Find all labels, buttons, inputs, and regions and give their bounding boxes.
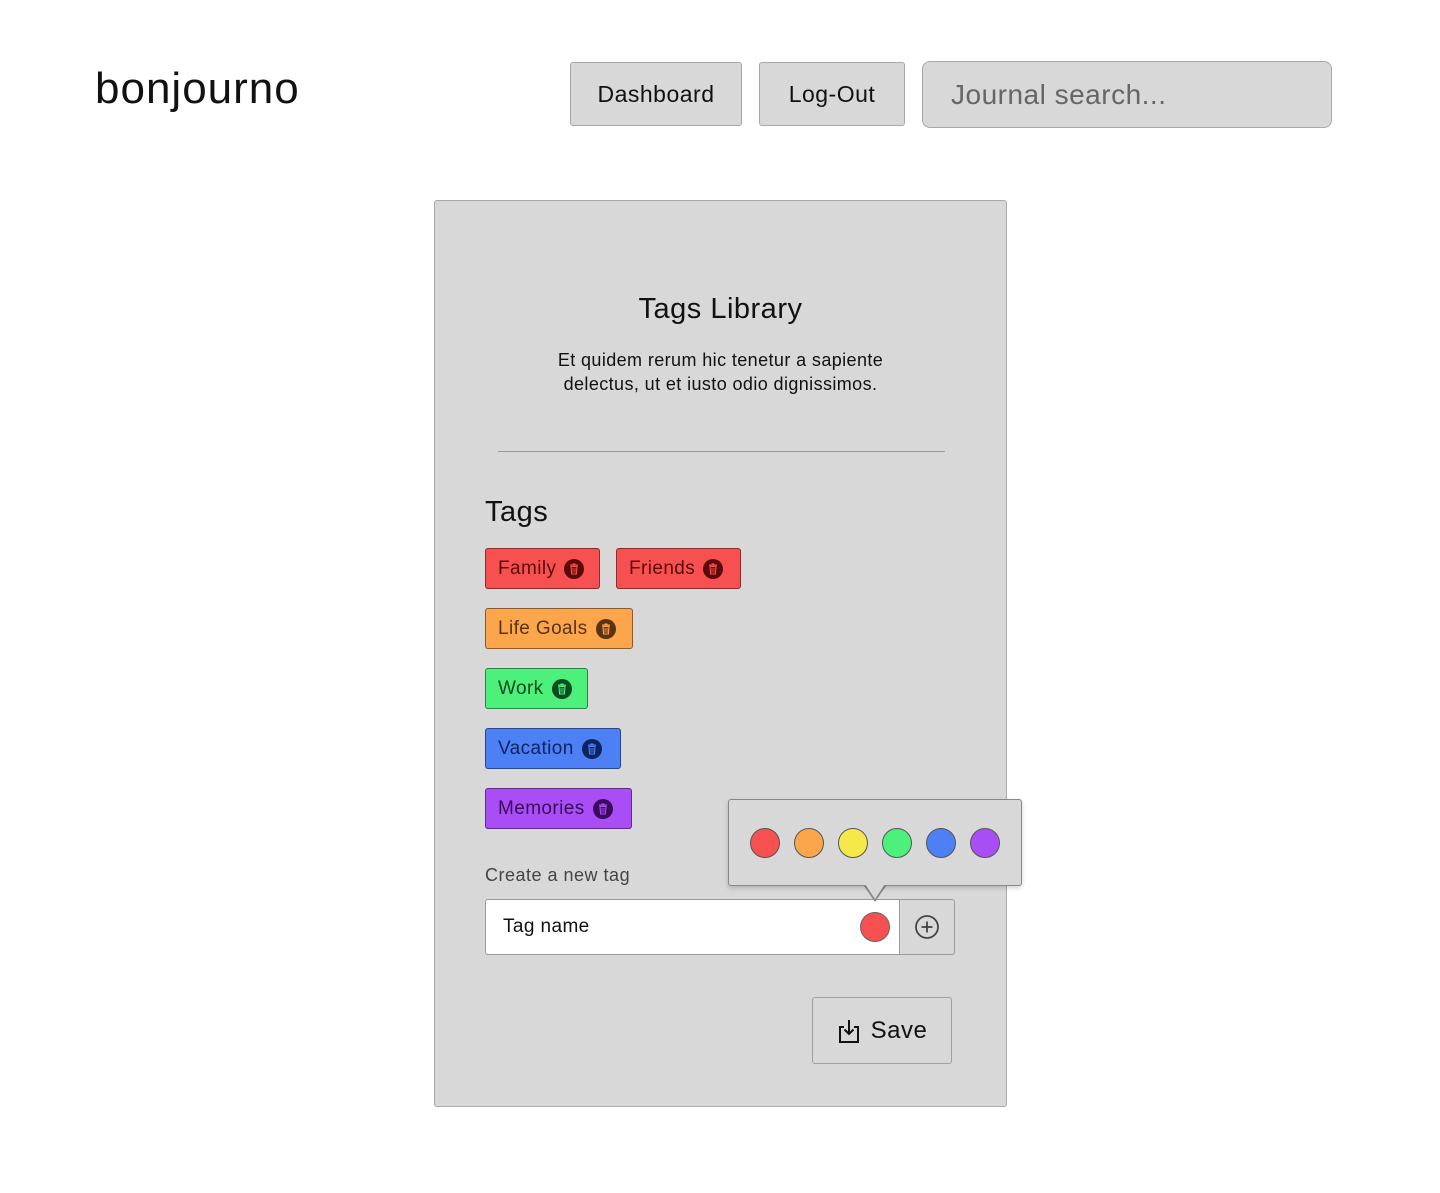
card-description: Et quidem rerum hic tenetur a sapiente d… — [557, 350, 884, 394]
color-swatch[interactable] — [838, 827, 868, 858]
tag-label: Memories — [498, 797, 585, 819]
tags-heading: Tags — [485, 496, 549, 528]
journal-search-input[interactable] — [922, 61, 1332, 128]
color-swatch[interactable] — [750, 827, 780, 858]
logout-button[interactable]: Log-Out — [759, 62, 905, 126]
card-title: Tags Library — [638, 293, 803, 325]
tag-label: Vacation — [498, 737, 574, 759]
create-tag-label: Create a new tag — [485, 865, 631, 885]
color-swatch[interactable] — [970, 827, 1000, 858]
tag-chip[interactable]: Memories — [485, 788, 632, 829]
tag-label: Work — [498, 677, 544, 699]
divider — [498, 451, 945, 452]
tag-chip[interactable]: Family — [485, 548, 600, 589]
create-tag-group — [485, 899, 955, 955]
tag-chip[interactable]: Work — [485, 668, 588, 709]
tags-library-card: Tags Library Et quidem rerum hic tenetur… — [434, 200, 1007, 1107]
color-swatch[interactable] — [794, 827, 824, 858]
trash-icon[interactable] — [595, 618, 616, 639]
tag-name-input[interactable] — [485, 899, 900, 955]
color-swatch[interactable] — [882, 827, 912, 858]
trash-icon[interactable] — [703, 558, 724, 579]
dashboard-button[interactable]: Dashboard — [570, 62, 742, 126]
app-logo: bonjourno — [95, 64, 300, 113]
add-tag-button[interactable] — [899, 899, 955, 955]
popover-arrow-fill — [865, 884, 885, 899]
trash-icon[interactable] — [592, 798, 613, 819]
tag-label: Friends — [629, 557, 696, 579]
tag-label: Family — [498, 557, 557, 579]
tag-chip[interactable]: Life Goals — [485, 608, 633, 649]
tag-label: Life Goals — [498, 617, 588, 639]
trash-icon[interactable] — [564, 558, 585, 579]
color-picker-popover — [728, 799, 1022, 886]
color-swatch[interactable] — [926, 827, 956, 858]
trash-icon[interactable] — [551, 678, 572, 699]
save-button[interactable]: Save — [812, 997, 952, 1064]
plus-circle-icon — [915, 915, 939, 939]
download-icon — [838, 1019, 859, 1043]
save-label: Save — [870, 1016, 928, 1044]
tag-chip[interactable]: Vacation — [485, 728, 621, 769]
trash-icon[interactable] — [581, 738, 602, 759]
selected-color-dot[interactable] — [860, 912, 890, 942]
tag-chip[interactable]: Friends — [616, 548, 741, 589]
